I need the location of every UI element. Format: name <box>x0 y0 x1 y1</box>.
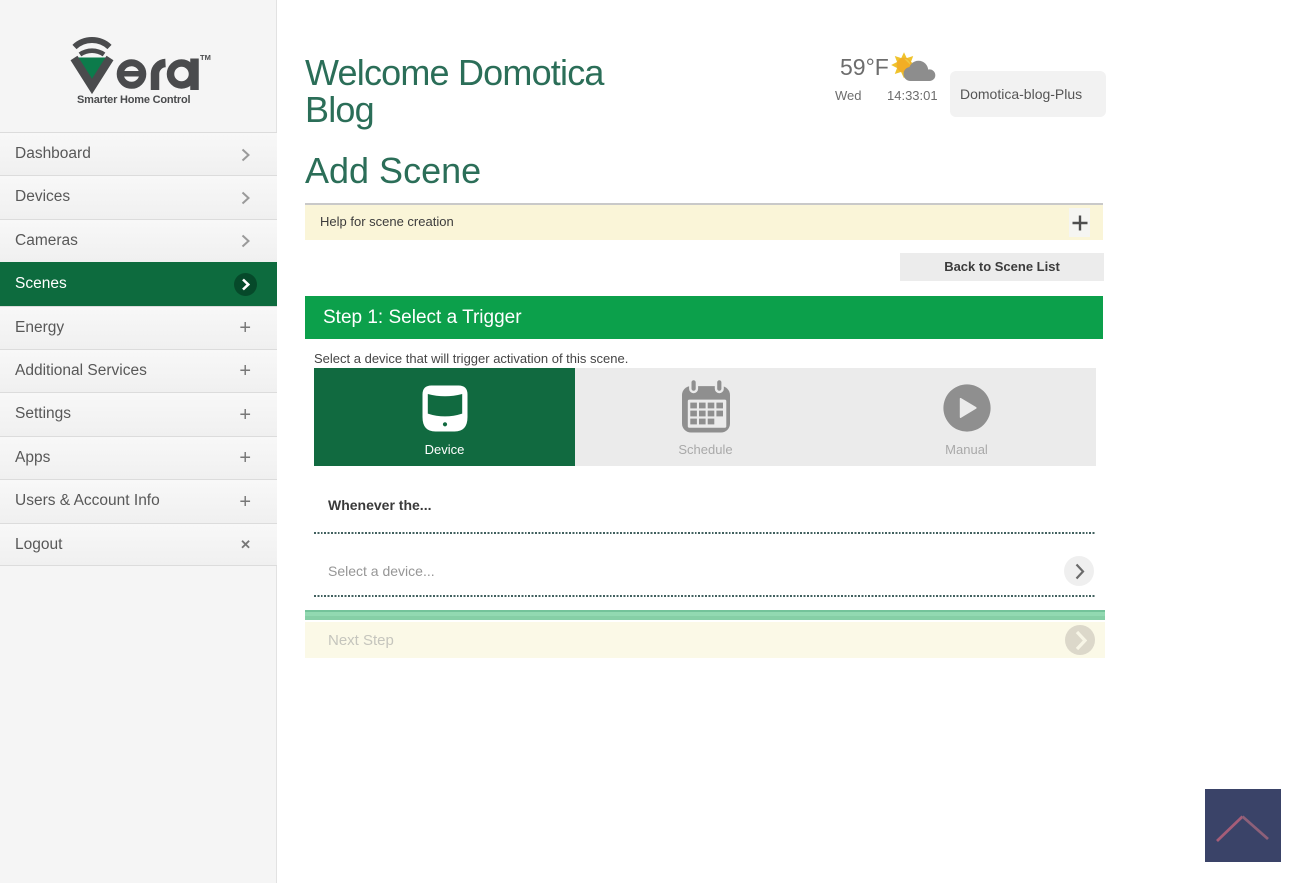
svg-text:TM: TM <box>200 53 211 62</box>
svg-text:Smarter Home Control: Smarter Home Control <box>77 94 190 106</box>
